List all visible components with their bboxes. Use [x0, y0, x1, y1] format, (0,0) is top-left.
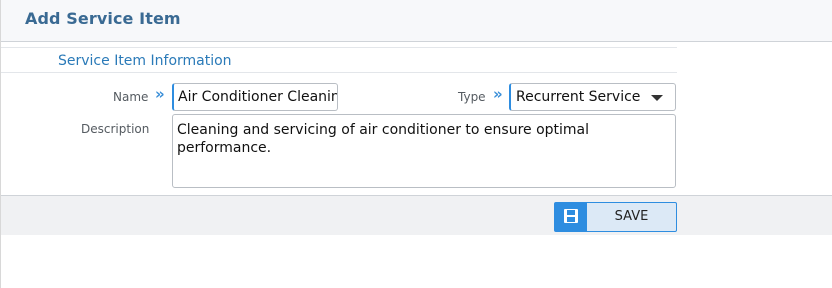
description-textarea[interactable]: Cleaning and servicing of air conditione…: [172, 114, 676, 188]
section-title: Service Item Information: [58, 53, 232, 69]
divider: [1, 47, 677, 48]
type-select-value: Recurrent Service: [516, 89, 641, 105]
header: Add Service Item: [1, 0, 832, 42]
page-title: Add Service Item: [25, 9, 181, 28]
floppy-disk-icon: [564, 209, 578, 223]
description-label: Description: [81, 122, 150, 136]
save-button-label: SAVE: [614, 209, 649, 224]
type-label: Type: [458, 90, 486, 104]
caret-down-icon[interactable]: [651, 95, 663, 101]
name-label: Name: [113, 90, 149, 104]
name-input[interactable]: Air Conditioner Cleaning: [172, 83, 338, 111]
required-icon: »: [493, 85, 503, 103]
type-select[interactable]: Recurrent Service: [509, 83, 676, 111]
save-icon-box: [555, 203, 587, 231]
required-icon: »: [155, 85, 165, 103]
footer-bar: [1, 195, 832, 235]
save-button[interactable]: SAVE: [554, 202, 677, 232]
divider: [1, 72, 677, 73]
